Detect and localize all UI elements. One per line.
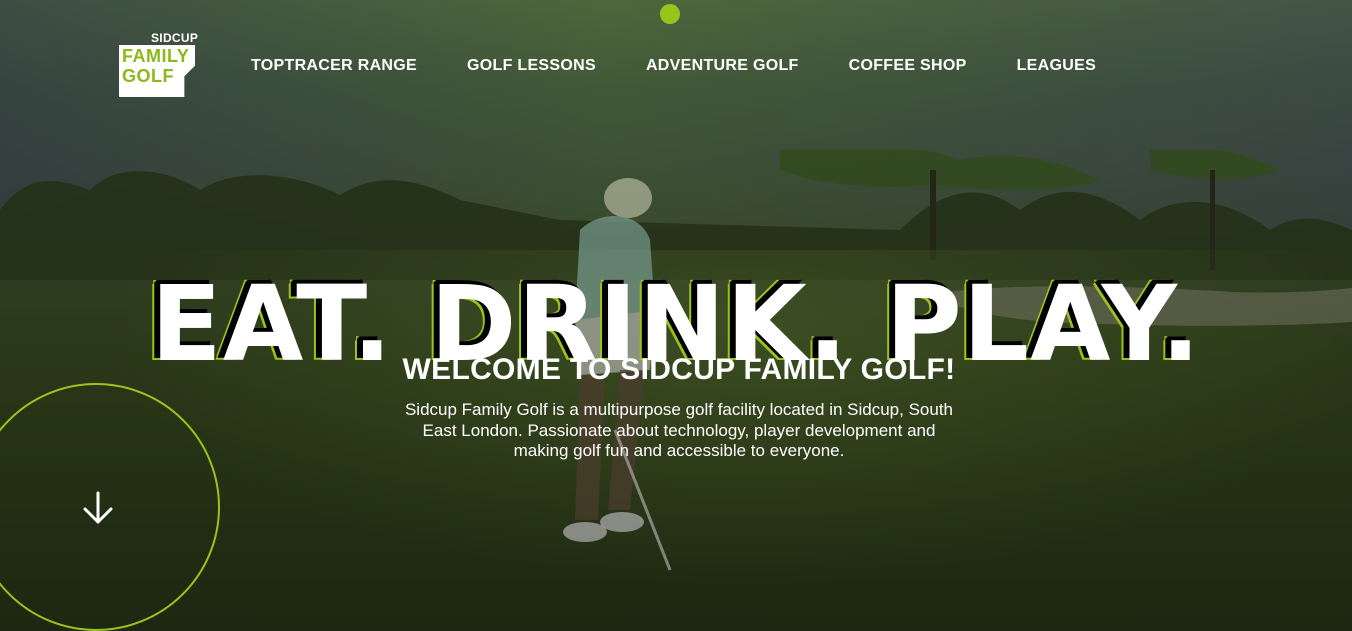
nav-item-leagues[interactable]: LEAGUES: [1017, 56, 1096, 76]
logo-line-family: FAMILY: [122, 46, 190, 66]
site-logo[interactable]: SIDCUP FAMILY GOLF: [119, 31, 203, 97]
nav-item-toptracer-range[interactable]: TOPTRACER RANGE: [251, 56, 417, 76]
nav-item-coffee-shop[interactable]: COFFEE SHOP: [849, 56, 967, 76]
logo-line-golf: GOLF: [122, 66, 174, 86]
logo-badge: FAMILY GOLF: [119, 45, 195, 97]
arrow-down-icon[interactable]: [80, 490, 116, 526]
indicator-dot: [660, 4, 680, 24]
nav-item-golf-lessons[interactable]: GOLF LESSONS: [467, 56, 596, 76]
hero-subheading: WELCOME TO SIDCUP FAMILY GOLF!: [402, 352, 956, 386]
nav-item-adventure-golf[interactable]: ADVENTURE GOLF: [646, 56, 799, 76]
logo-top-text: SIDCUP: [151, 31, 199, 45]
main-nav: TOPTRACER RANGE GOLF LESSONS ADVENTURE G…: [251, 56, 1096, 76]
hero-intro-text: Sidcup Family Golf is a multipurpose gol…: [404, 400, 954, 460]
